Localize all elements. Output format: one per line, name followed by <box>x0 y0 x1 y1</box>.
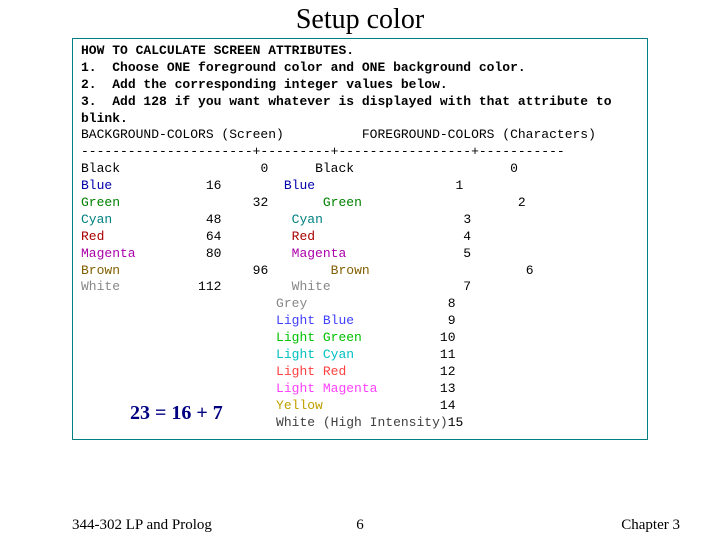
fg-name-13: Light Magenta <box>276 381 377 396</box>
fg-val-1: 1 <box>456 178 464 193</box>
bg-val-6: 96 <box>253 263 269 278</box>
step-2: 2. Add the corresponding integer values … <box>81 77 639 94</box>
fg-name-3: Cyan <box>292 212 323 227</box>
intro-heading: HOW TO CALCULATE SCREEN ATTRIBUTES. <box>81 43 639 60</box>
fg-val-6: 6 <box>526 263 534 278</box>
fg-name-4: Red <box>292 229 315 244</box>
slide-title: Setup color <box>0 4 720 36</box>
fg-val-5: 5 <box>463 246 471 261</box>
step3-text: Add 128 if you want whatever is displaye… <box>81 94 612 126</box>
bg-val-3: 48 <box>206 212 222 227</box>
fg-name-6: Brown <box>331 263 370 278</box>
step1-num: 1. <box>81 60 97 75</box>
fg-name-7: White <box>292 279 331 294</box>
step-3: 3. Add 128 if you want whatever is displ… <box>81 94 639 128</box>
fg-val-0: 0 <box>510 161 518 176</box>
fg-name-8: Grey <box>276 296 307 311</box>
row-11: Light Cyan 11 <box>81 347 639 364</box>
row-1: Blue 16 Blue 1 <box>81 178 639 195</box>
bg-header: BACKGROUND-COLORS (Screen) <box>81 127 284 142</box>
equation: 23 = 16 + 7 <box>130 402 223 425</box>
bg-name-0: Black <box>81 161 120 176</box>
fg-name-0: Black <box>315 161 354 176</box>
fg-name-15: White (High Intensity) <box>276 415 448 430</box>
footer-center: 6 <box>0 517 720 534</box>
step1-text: Choose ONE foreground color and ONE back… <box>112 60 525 75</box>
row-13: Light Magenta 13 <box>81 381 639 398</box>
bg-val-7: 112 <box>198 279 221 294</box>
fg-name-9: Light Blue <box>276 313 354 328</box>
fg-val-9: 9 <box>448 313 456 328</box>
fg-name-5: Magenta <box>292 246 347 261</box>
row-5: Magenta 80 Magenta 5 <box>81 246 639 263</box>
bg-val-4: 64 <box>206 229 222 244</box>
row-3: Cyan 48 Cyan 3 <box>81 212 639 229</box>
row-4: Red 64 Red 4 <box>81 229 639 246</box>
fg-val-4: 4 <box>463 229 471 244</box>
row-2: Green 32 Green 2 <box>81 195 639 212</box>
row-9: Light Blue 9 <box>81 313 639 330</box>
bg-val-2: 32 <box>253 195 269 210</box>
bg-name-3: Cyan <box>81 212 112 227</box>
bg-name-7: White <box>81 279 120 294</box>
footer-right: Chapter 3 <box>621 517 680 534</box>
row-12: Light Red 12 <box>81 364 639 381</box>
fg-val-15: 15 <box>448 415 464 430</box>
row-10: Light Green 10 <box>81 330 639 347</box>
fg-val-8: 8 <box>448 296 456 311</box>
table-sep: ----------------------+---------+-------… <box>81 144 639 161</box>
step2-num: 2. <box>81 77 97 92</box>
fg-header: FOREGROUND-COLORS (Characters) <box>362 127 596 142</box>
step3-num: 3. <box>81 94 97 109</box>
bg-name-6: Brown <box>81 263 120 278</box>
bg-name-2: Green <box>81 195 120 210</box>
fg-val-3: 3 <box>463 212 471 227</box>
row-7: White 112 White 7 <box>81 279 639 296</box>
fg-val-10: 10 <box>440 330 456 345</box>
bg-name-5: Magenta <box>81 246 136 261</box>
bg-name-1: Blue <box>81 178 112 193</box>
step2-text: Add the corresponding integer values bel… <box>112 77 447 92</box>
row-0: Black 0 Black 0 <box>81 161 639 178</box>
fg-name-11: Light Cyan <box>276 347 354 362</box>
fg-val-12: 12 <box>440 364 456 379</box>
fg-name-1: Blue <box>284 178 315 193</box>
fg-name-12: Light Red <box>276 364 346 379</box>
fg-val-7: 7 <box>463 279 471 294</box>
fg-name-10: Light Green <box>276 330 362 345</box>
bg-val-1: 16 <box>206 178 222 193</box>
bg-val-5: 80 <box>206 246 222 261</box>
content-box: HOW TO CALCULATE SCREEN ATTRIBUTES. 1. C… <box>72 38 648 440</box>
row-8: Grey 8 <box>81 296 639 313</box>
table-header: BACKGROUND-COLORS (Screen) FOREGROUND-CO… <box>81 127 639 144</box>
bg-name-4: Red <box>81 229 104 244</box>
row-6: Brown 96 Brown 6 <box>81 263 639 280</box>
fg-name-14: Yellow <box>276 398 323 413</box>
fg-val-14: 14 <box>440 398 456 413</box>
step-1: 1. Choose ONE foreground color and ONE b… <box>81 60 639 77</box>
fg-val-2: 2 <box>518 195 526 210</box>
fg-val-13: 13 <box>440 381 456 396</box>
bg-val-0: 0 <box>260 161 268 176</box>
fg-name-2: Green <box>323 195 362 210</box>
fg-val-11: 11 <box>440 347 456 362</box>
